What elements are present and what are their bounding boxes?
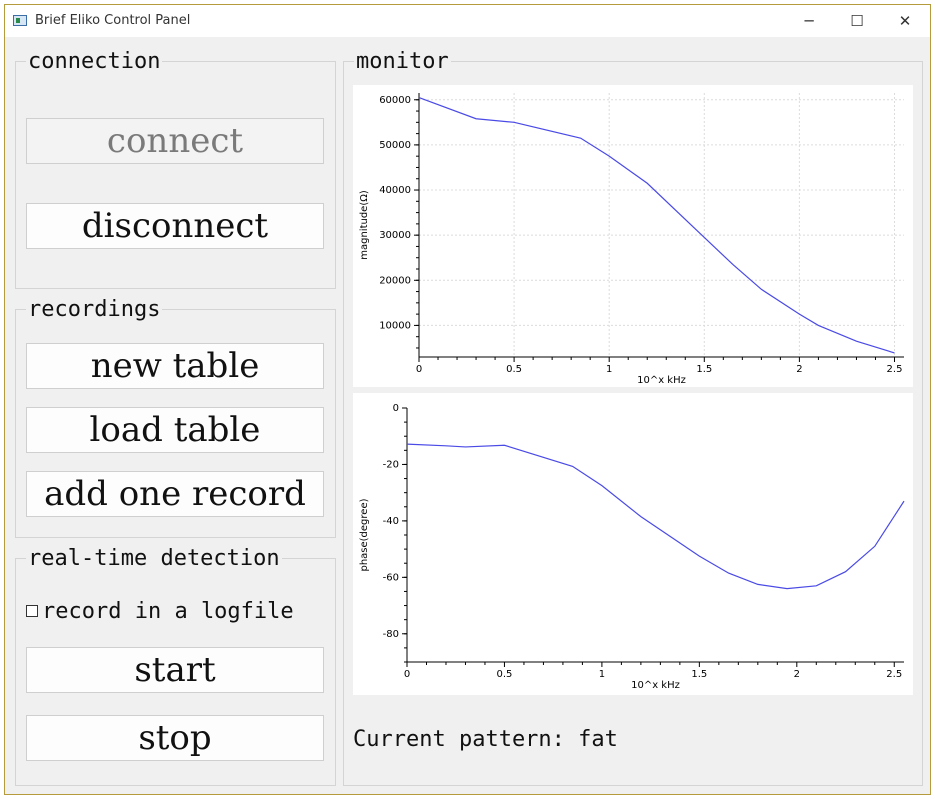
series-line [418,96,895,354]
add-one-record-button[interactable]: add one record [26,471,324,517]
phase-plot: 0 0.5 1 1.5 2 2.5 0 -20 -40 -60 -80 10^x kHz phase(d… [353,393,913,695]
y-tick-label: 40000 [379,185,411,196]
maximize-icon[interactable]: ☐ [835,9,879,33]
x-tick-label: 0 [416,364,422,375]
y-axis-label: phase(degree) [359,498,370,571]
phase-chart: 0 0.5 1 1.5 2 2.5 0 -20 -40 -60 -80 10^x kHz phase(d… [359,403,905,691]
x-tick-label: 1 [606,364,612,375]
y-axis-label: magnitude(Ω) [359,190,370,260]
y-tick-label: 10000 [379,320,411,331]
y-tick-label: -40 [383,516,399,527]
x-tick-label: 2.5 [887,364,903,375]
current-pattern-status: Current pattern: fat [353,727,618,752]
y-tick-label: 0 [393,403,399,414]
app-window: Brief Eliko Control Panel ─ ☐ ✕ connecti… [4,4,931,795]
realtime-detection-group: real-time detection record in a logfile … [15,547,336,786]
recordings-group-title: recordings [26,297,163,322]
realtime-detection-title: real-time detection [26,546,282,571]
magnitude-chart: 0 0.5 1 1.5 2 2.5 10000 20000 30000 40000 50000 600… [359,93,904,386]
start-button[interactable]: start [26,647,324,693]
x-tick-label: 1 [599,669,605,680]
title-bar: Brief Eliko Control Panel ─ ☐ ✕ [5,5,930,37]
load-table-button[interactable]: load table [26,407,324,453]
minimize-icon[interactable]: ─ [787,9,831,33]
x-axis-label: 10^x kHz [637,375,686,386]
new-table-button[interactable]: new table [26,343,324,389]
x-axis-label: 10^x kHz [631,680,680,691]
x-tick-label: 2 [796,364,802,375]
connect-button[interactable]: connect [26,118,324,164]
recordings-group: recordings new table load table add one … [15,298,336,538]
close-icon[interactable]: ✕ [883,9,927,33]
y-tick-label: 50000 [379,140,411,151]
logfile-checkbox-label[interactable]: record in a logfile [42,599,294,625]
series-line [406,443,905,590]
stop-button[interactable]: stop [26,715,324,761]
x-tick-label: 1.5 [696,364,712,375]
window-title: Brief Eliko Control Panel [35,13,191,28]
x-tick-label: 0 [404,669,410,680]
y-tick-label: -60 [383,572,399,583]
y-tick-label: 30000 [379,230,411,241]
y-tick-label: 60000 [379,95,411,106]
magnitude-plot: 0 0.5 1 1.5 2 2.5 10000 20000 30000 40000 50000 600… [353,85,913,387]
connection-group-title: connection [26,49,163,74]
app-icon [13,15,27,26]
disconnect-button[interactable]: disconnect [26,203,324,249]
y-tick-label: -80 [383,629,399,640]
logfile-checkbox[interactable] [26,605,38,617]
monitor-group-title: monitor [354,49,451,74]
y-tick-label: -20 [383,459,399,470]
y-tick-label: 20000 [379,275,411,286]
x-tick-label: 2 [794,669,800,680]
x-tick-label: 2.5 [886,669,902,680]
x-tick-label: 1.5 [691,669,707,680]
x-tick-label: 0.5 [506,364,522,375]
x-tick-label: 0.5 [496,669,512,680]
connection-group: connection connect disconnect [15,50,336,289]
